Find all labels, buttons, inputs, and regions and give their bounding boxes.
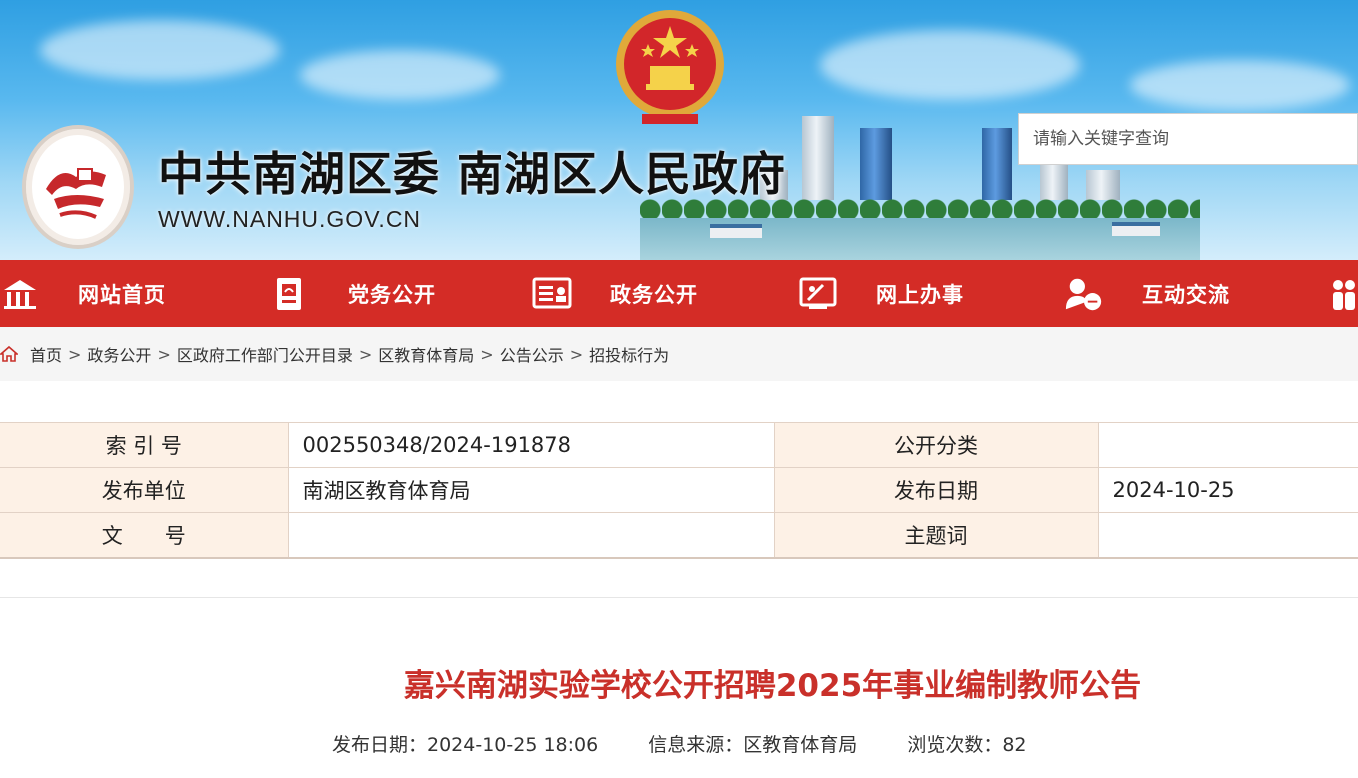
publish-date-label: 发布日期 — [773, 467, 1099, 513]
breadcrumb-bidding[interactable]: 招投标行为 — [589, 342, 669, 366]
section-divider — [0, 597, 1358, 598]
building-decoration — [982, 128, 1012, 200]
nav-item-interaction[interactable]: 互动交流 — [1064, 260, 1230, 327]
breadcrumb-separator: > — [157, 344, 171, 364]
breadcrumb-separator: > — [68, 344, 82, 364]
nav-item-government-affairs[interactable]: 政务公开 — [532, 260, 698, 327]
index-number-label: 索 引 号 — [0, 422, 289, 468]
site-title: 中共南湖区委 南湖区人民政府 — [158, 147, 787, 201]
document-number-label: 文 号 — [0, 512, 289, 559]
boat-decoration — [1112, 222, 1160, 236]
cloud-decoration — [300, 50, 500, 100]
publish-date-value: 2024-10-25 — [1097, 467, 1358, 513]
home-icon[interactable] — [0, 345, 18, 363]
table-row: 文 号 主题词 — [0, 512, 1358, 559]
breadcrumb: 首页 > 政务公开 > 区政府工作部门公开目录 > 区教育体育局 > 公告公示 … — [0, 327, 1358, 381]
table-row: 发布单位 南湖区教育体育局 发布日期 2024-10-25 — [0, 467, 1358, 513]
building-decoration — [802, 116, 834, 200]
keywords-label: 主题词 — [773, 512, 1099, 559]
cloud-decoration — [40, 20, 280, 80]
publisher-label: 发布单位 — [0, 467, 289, 513]
nav-item-label: 网站首页 — [78, 282, 166, 307]
party-icon — [270, 274, 310, 314]
breadcrumb-government-affairs[interactable]: 政务公开 — [87, 342, 151, 366]
national-emblem — [612, 6, 728, 130]
breadcrumb-separator: > — [569, 344, 584, 364]
boat-decoration — [710, 224, 762, 238]
chat-user-icon — [1064, 274, 1104, 314]
publisher-value: 南湖区教育体育局 — [287, 467, 775, 513]
table-row: 索 引 号 002550348/2024-191878 公开分类 — [0, 422, 1358, 468]
breadcrumb-separator: > — [358, 344, 373, 364]
breadcrumb-separator: > — [480, 344, 494, 364]
building-decoration — [860, 128, 892, 200]
nav-item-party-affairs[interactable]: 党务公开 — [270, 260, 436, 327]
nav-item-home[interactable]: 网站首页 — [0, 260, 166, 327]
site-banner: 中共南湖区委 南湖区人民政府 WWW.NANHU.GOV.CN — [0, 0, 1358, 260]
search-input[interactable] — [1019, 114, 1357, 164]
article-source: 信息来源：区教育体育局 — [648, 734, 858, 756]
document-icon — [532, 274, 572, 314]
article-title: 嘉兴南湖实验学校公开招聘2025年事业编制教师公告 — [403, 668, 1142, 704]
nav-item-label: 网上办事 — [876, 282, 964, 307]
cloud-decoration — [820, 30, 1080, 100]
nav-item-label: 党务公开 — [348, 282, 436, 307]
info-meta-table: 索 引 号 002550348/2024-191878 公开分类 发布单位 南湖… — [0, 422, 1358, 559]
document-number-value — [287, 512, 775, 559]
nav-item-online-services[interactable]: 网上办事 — [798, 260, 964, 327]
nav-item-label: 政务公开 — [610, 282, 698, 307]
site-url: WWW.NANHU.GOV.CN — [158, 206, 422, 232]
breadcrumb-home[interactable]: 首页 — [30, 342, 62, 366]
category-value — [1097, 422, 1358, 468]
cloud-decoration — [1130, 60, 1350, 110]
nav-item-more[interactable] — [1328, 260, 1358, 327]
service-icon — [798, 274, 838, 314]
breadcrumb-education-bureau[interactable]: 区教育体育局 — [378, 342, 474, 366]
site-logo[interactable] — [22, 125, 134, 249]
breadcrumb-announcements[interactable]: 公告公示 — [500, 342, 564, 366]
search-box[interactable] — [1018, 113, 1358, 165]
category-label: 公开分类 — [773, 422, 1099, 468]
building-decoration — [1040, 160, 1068, 200]
people-icon — [1328, 274, 1358, 314]
keywords-value — [1097, 512, 1358, 559]
article-views: 浏览次数：82 — [907, 734, 1027, 756]
breadcrumb-department-catalog[interactable]: 区政府工作部门公开目录 — [177, 342, 353, 366]
site-logo-graphic — [46, 168, 106, 219]
home-icon — [0, 274, 40, 314]
article-meta: 发布日期：2024-10-25 18:06 信息来源：区教育体育局 浏览次数：8… — [332, 730, 1071, 757]
nav-item-label: 互动交流 — [1142, 282, 1230, 307]
article-date: 发布日期：2024-10-25 18:06 — [332, 734, 599, 756]
main-nav: 网站首页 党务公开 政务公开 网上办事 互动交流 — [0, 260, 1358, 327]
index-number-value: 002550348/2024-191878 — [287, 422, 775, 468]
